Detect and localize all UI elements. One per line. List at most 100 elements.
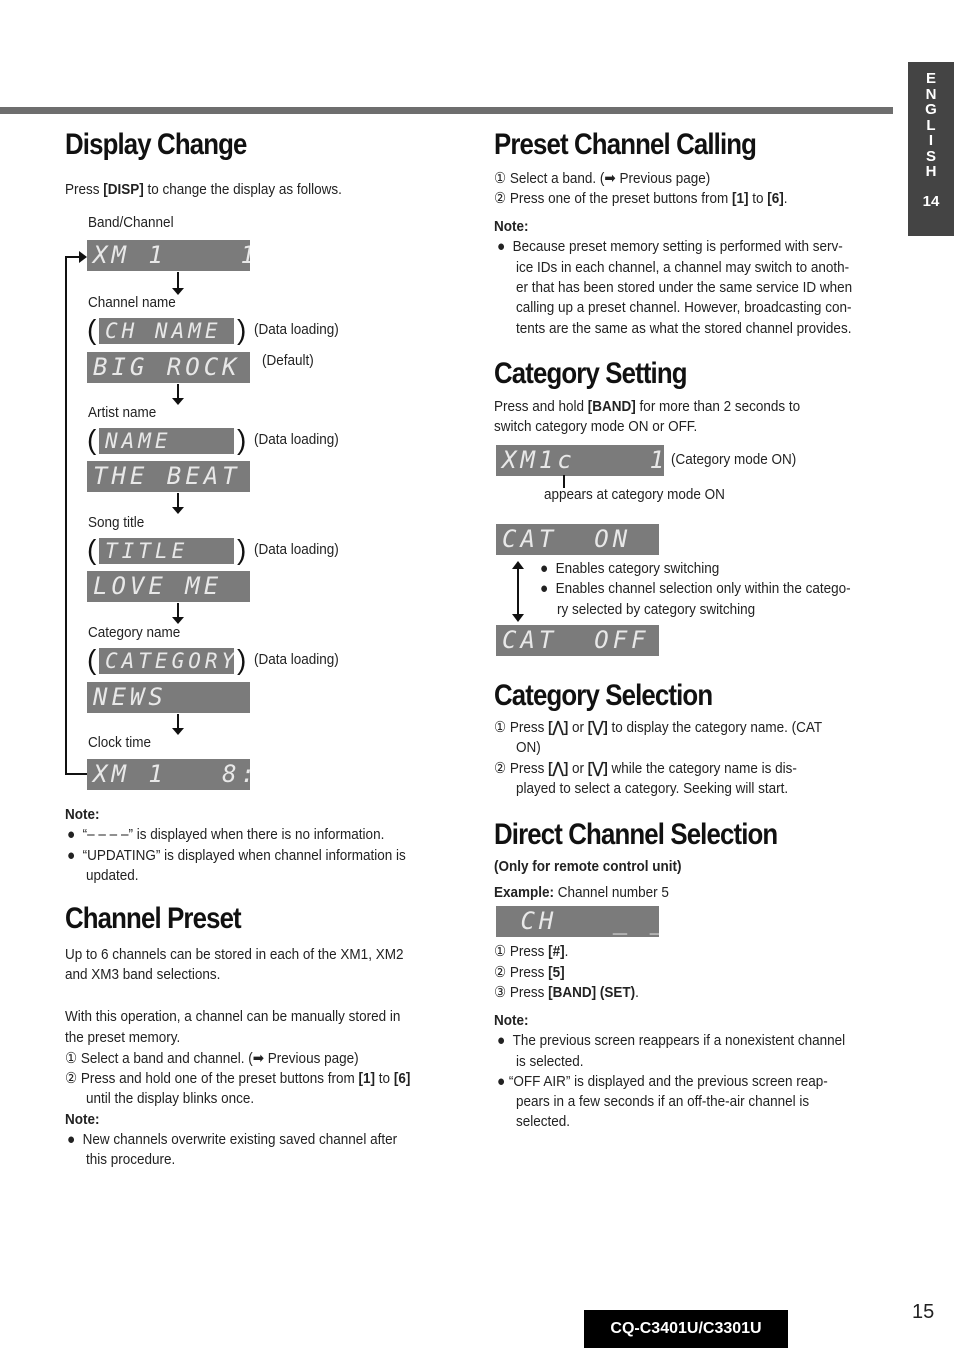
lcd-loading-name: NAME <box>99 428 234 454</box>
note-item-cont: this procedure. <box>86 1151 176 1168</box>
step-label: Band/Channel <box>88 214 174 231</box>
note-item: ● “OFF AIR” is displayed and the previou… <box>497 1073 828 1090</box>
paren-open: ( <box>87 534 97 565</box>
lcd-loading-ch-name: CH NAME <box>99 318 234 344</box>
note-item-cont: pears in a few seconds if an off-the-air… <box>516 1093 810 1110</box>
step-label: Artist name <box>88 404 157 421</box>
step-label: Channel name <box>88 294 176 311</box>
arrow-up-icon <box>512 561 524 569</box>
note-label: Note: <box>65 1111 100 1128</box>
paren-close: ) <box>237 644 247 675</box>
indicator-note: appears at category mode ON <box>544 486 725 503</box>
loading-note: (Data loading) <box>254 321 339 338</box>
lcd-category-name: NEWS <box>87 682 250 713</box>
direct-step: ① Press [#]. <box>494 943 569 960</box>
note-item-cont: updated. <box>86 867 139 884</box>
paren-close: ) <box>237 534 247 565</box>
arrow-down-icon <box>172 714 184 735</box>
lcd-category-mode: XM1c 16 <box>496 445 664 476</box>
direct-selection-title: Direct Channel Selection <box>494 818 778 851</box>
paren-open: ( <box>87 644 97 675</box>
channel-preset-title: Channel Preset <box>65 902 242 935</box>
up-key: [⋀] <box>548 719 569 736</box>
preset-step: ① Select a band and channel. (➡ Previous… <box>65 1050 359 1067</box>
display-change-intro: Press [DISP] to change the display as fo… <box>65 181 342 198</box>
category-setting-title: Category Setting <box>494 357 688 390</box>
up-key: [⋀] <box>548 760 569 777</box>
direct-subtitle: (Only for remote control unit) <box>494 858 682 875</box>
preset-p2: With this operation, a channel can be ma… <box>65 1008 401 1025</box>
selection-step: ① Press [⋀] or [⋁] to display the catego… <box>494 719 823 736</box>
tab-letter: E <box>925 70 936 87</box>
lcd-clock-time: XM 1 8:30 <box>87 759 250 790</box>
loading-note: (Data loading) <box>254 651 339 668</box>
preset-p1: and XM3 band selections. <box>65 966 221 983</box>
toggle-arrow-line <box>517 568 519 618</box>
category-setting-text: Press and hold [BAND] for more than 2 se… <box>494 398 801 415</box>
note-item: ● New channels overwrite existing saved … <box>67 1131 398 1148</box>
selection-step-cont: ON) <box>516 739 541 756</box>
note-item: ● “UPDATING” is displayed when channel i… <box>67 847 406 864</box>
header-bar <box>0 107 893 114</box>
preset-calling-title: Preset Channel Calling <box>494 128 757 161</box>
note-item: ● The previous screen reappears if a non… <box>497 1032 846 1049</box>
lcd-artist-name: THE BEAT <box>87 461 250 492</box>
category-setting-text: switch category mode ON or OFF. <box>494 418 698 435</box>
note-label: Note: <box>494 218 529 235</box>
loop-line-bottom <box>65 773 87 775</box>
note-item-cont: calling up a preset channel. However, br… <box>516 299 852 316</box>
category-selection-title: Category Selection <box>494 679 713 712</box>
arrow-down-icon <box>172 493 184 514</box>
category-bullet: ● Enables category switching <box>540 560 720 577</box>
paren-open: ( <box>87 314 97 345</box>
paren-open: ( <box>87 424 97 455</box>
down-key: [⋁] <box>587 719 608 736</box>
display-change-title: Display Change <box>65 128 247 161</box>
tab-letter: L <box>926 116 936 134</box>
example-line: Example: Channel number 5 <box>494 884 669 901</box>
tab-letter: G <box>925 101 937 118</box>
preset-p2: the preset memory. <box>65 1029 181 1046</box>
note-item: ● Because preset memory setting is perfo… <box>497 238 843 255</box>
loading-note: (Data loading) <box>254 541 339 558</box>
loop-line <box>65 256 67 774</box>
note-item-cont: ice IDs in each channel, a channel may s… <box>516 259 850 276</box>
tab-letter: I <box>928 132 934 149</box>
step-label: Song title <box>88 514 145 531</box>
preset-step-cont: until the display blinks once. <box>86 1090 255 1107</box>
category-mode-note: (Category mode ON) <box>671 451 797 468</box>
arrow-down-icon <box>172 603 184 624</box>
arrow-down-icon <box>172 272 184 295</box>
lcd-band-channel: XM 1 16 <box>87 240 250 271</box>
note-item-cont: is selected. <box>516 1053 584 1070</box>
lcd-channel-name: BIG ROCK <box>87 352 250 383</box>
direct-step: ② Press [5] <box>494 964 565 981</box>
selection-step: ② Press [⋀] or [⋁] while the category na… <box>494 760 797 777</box>
note-label: Note: <box>65 806 100 823</box>
loading-note: (Data loading) <box>254 431 339 448</box>
lcd-loading-category: CATEGORY <box>99 648 234 674</box>
calling-step: ① Select a band. (➡ Previous page) <box>494 170 711 187</box>
note-item-cont: selected. <box>516 1113 571 1130</box>
paren-close: ) <box>237 424 247 455</box>
note-label: Note: <box>494 1012 529 1029</box>
note-item-cont: tents are the same as what the stored ch… <box>516 320 852 337</box>
tab-letter: N <box>925 85 937 103</box>
lcd-song-title: LOVE ME <box>87 571 250 602</box>
category-bullet: ● Enables channel selection only within … <box>540 580 851 597</box>
down-key: [⋁] <box>587 760 608 777</box>
loop-arrow-icon <box>79 251 87 263</box>
note-item-cont: er that has been stored under the same s… <box>516 279 853 296</box>
paren-close: ) <box>237 314 247 345</box>
tab-page-number: 14 <box>922 192 940 210</box>
step-label: Category name <box>88 624 181 641</box>
model-number: CQ-C3401U/C3301U <box>584 1310 788 1348</box>
arrow-down-icon <box>172 384 184 405</box>
note-item: ● “– – – –” is displayed when there is n… <box>67 826 385 843</box>
default-note: (Default) <box>262 352 314 369</box>
preset-step: ② Press and hold one of the preset butto… <box>65 1070 411 1087</box>
lcd-cat-off: CAT OFF <box>496 625 659 656</box>
lcd-cat-on: CAT ON <box>496 524 659 555</box>
language-tab: E N G L I S H 14 <box>908 62 954 236</box>
step-label: Clock time <box>88 734 152 751</box>
